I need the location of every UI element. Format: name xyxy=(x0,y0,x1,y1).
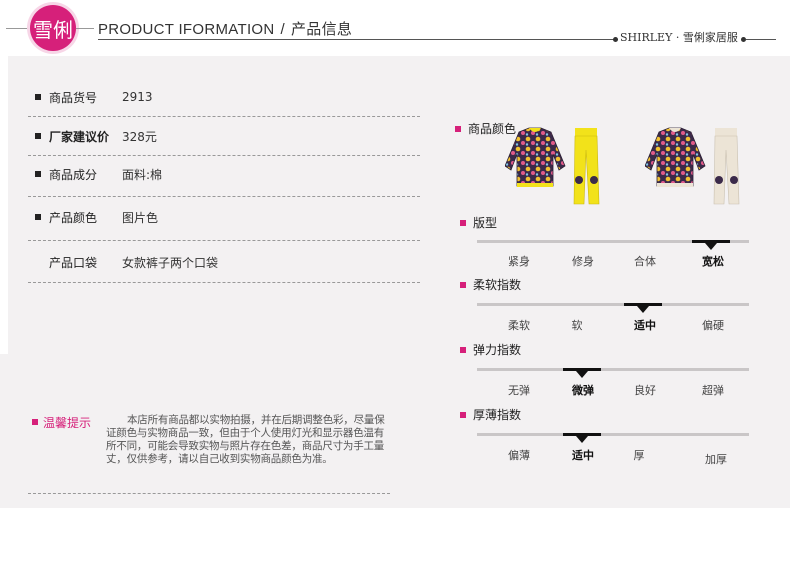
softness-scale-title: 柔软指数 xyxy=(473,278,522,292)
bullet-icon xyxy=(460,411,466,418)
spec-row-item-number: 商品货号 2913 xyxy=(28,78,420,116)
notice-divider xyxy=(28,493,390,494)
header-rule-right xyxy=(746,39,776,40)
thickness-scale-track xyxy=(477,433,749,436)
bullet-icon xyxy=(460,219,466,226)
elasticity-scale-title: 弹力指数 xyxy=(473,343,522,357)
title-separator: / xyxy=(280,21,285,38)
elasticity-option-selected: 微弹 xyxy=(572,384,594,397)
brand-name: SHIRLEY · 雪俐家居服 xyxy=(620,31,738,44)
divider xyxy=(28,282,420,283)
spec-row-pockets: 产品口袋 女款裤子两个口袋 xyxy=(28,243,420,281)
softness-option: 软 xyxy=(571,319,583,332)
panel-notch xyxy=(0,56,8,354)
spec-row-price: 厂家建议价 328元 xyxy=(28,117,420,155)
fit-option: 紧身 xyxy=(508,255,530,268)
header-rule xyxy=(98,39,618,40)
spec-row-color: 产品颜色 图片色 xyxy=(28,198,420,236)
spec-key: 商品成分 xyxy=(49,167,98,182)
thickness-scale-title: 厚薄指数 xyxy=(473,408,522,422)
spec-value: 2913 xyxy=(122,90,153,104)
bullet-icon xyxy=(460,281,466,288)
fit-option: 合体 xyxy=(634,255,656,268)
elasticity-scale-track xyxy=(477,368,749,371)
elasticity-option: 超弹 xyxy=(702,384,724,397)
elasticity-scale-label: 弹力指数 xyxy=(460,341,521,358)
notice-title: 温馨提示 xyxy=(43,416,92,430)
bullet-icon xyxy=(455,125,461,132)
page-title: PRODUCT IFORMATION / 产品信息 xyxy=(98,18,352,39)
page-header: 雪俐 PRODUCT IFORMATION / 产品信息 SHIRLEY · 雪俐家… xyxy=(0,0,790,56)
divider xyxy=(28,240,420,241)
bullet-icon xyxy=(460,346,466,353)
softness-option-selected: 适中 xyxy=(634,319,656,332)
title-cn: 产品信息 xyxy=(290,21,353,38)
spec-value: 图片色 xyxy=(122,210,159,225)
bullet-icon xyxy=(35,171,41,177)
fit-scale-label: 版型 xyxy=(460,214,497,231)
fit-scale-pointer-icon xyxy=(705,243,717,250)
softness-option: 柔软 xyxy=(508,319,530,332)
product-image-yellow-set xyxy=(505,127,600,205)
spec-value: 328元 xyxy=(122,129,157,144)
softness-option: 偏硬 xyxy=(702,319,724,332)
thickness-option-selected: 适中 xyxy=(572,449,594,462)
notice-bullet-icon xyxy=(32,419,38,425)
header-rule-left xyxy=(6,28,30,29)
bullet-icon xyxy=(35,94,41,100)
spec-key: 厂家建议价 xyxy=(49,129,110,144)
thickness-scale-pointer-icon xyxy=(576,436,588,443)
spec-key: 产品颜色 xyxy=(49,210,98,225)
logo-text: 雪俐 xyxy=(33,17,73,42)
bullet-icon xyxy=(35,133,41,139)
spec-value: 女款裤子两个口袋 xyxy=(122,255,219,270)
brand-logo: 雪俐 xyxy=(30,5,76,51)
thickness-option: 加厚 xyxy=(705,453,727,466)
title-en: PRODUCT IFORMATION xyxy=(98,21,275,38)
divider xyxy=(28,196,420,197)
elasticity-option: 良好 xyxy=(634,384,656,397)
softness-scale-pointer-icon xyxy=(637,306,649,313)
elasticity-scale-pointer-icon xyxy=(576,371,588,378)
spec-value: 面料:棉 xyxy=(122,167,163,182)
header-rule-mid xyxy=(76,28,94,29)
fit-option-selected: 宽松 xyxy=(702,255,724,268)
notice-body: 本店所有商品都以实物拍摄，并在后期调整色彩，尽量保证颜色与实物商品一致，但由于个… xyxy=(106,414,385,465)
thickness-option: 偏薄 xyxy=(508,449,530,462)
spec-key: 商品货号 xyxy=(49,90,98,105)
softness-scale-track xyxy=(477,303,749,306)
fit-scale-title: 版型 xyxy=(473,216,498,230)
elasticity-option: 无弹 xyxy=(508,384,530,397)
product-image-cream-set xyxy=(645,127,740,205)
softness-scale-label: 柔软指数 xyxy=(460,276,521,293)
bullet-icon xyxy=(35,214,41,220)
thickness-scale-label: 厚薄指数 xyxy=(460,406,521,423)
spec-row-material: 商品成分 面料:棉 xyxy=(28,155,420,193)
header-dot-left xyxy=(613,37,618,42)
fit-option: 修身 xyxy=(572,255,594,268)
spec-key: 产品口袋 xyxy=(49,255,98,270)
thickness-option: 厚 xyxy=(633,449,645,462)
bullet-spacer xyxy=(35,259,41,265)
